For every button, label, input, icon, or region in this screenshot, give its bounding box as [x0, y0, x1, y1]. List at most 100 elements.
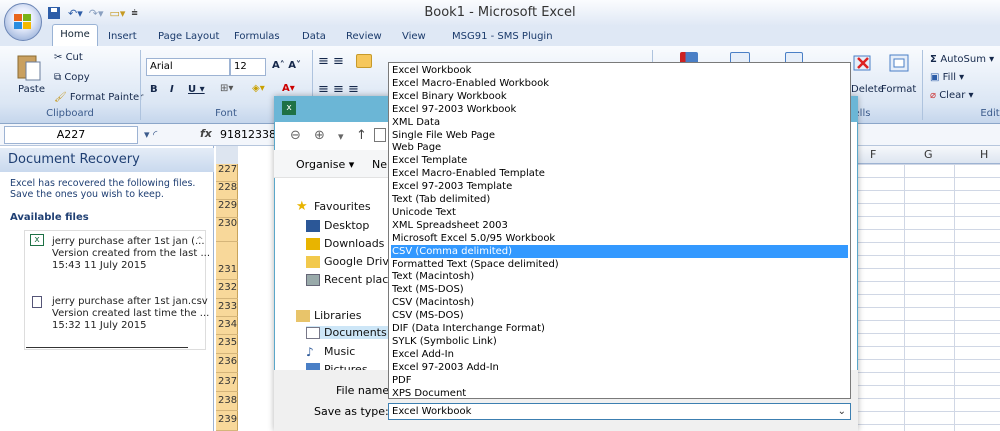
undo-icon[interactable]: ↶▾ [68, 7, 83, 20]
save-as-type-select[interactable]: Excel Workbook ⌄ [388, 403, 851, 420]
file-type-option[interactable]: Formatted Text (Space delimited) [391, 258, 848, 271]
file-type-option[interactable]: Text (Tab delimited) [391, 193, 848, 206]
name-box[interactable]: A227 [4, 126, 138, 144]
fill-color-icon[interactable]: ◈▾ [252, 83, 265, 94]
row-header[interactable]: 238 [216, 392, 238, 411]
paste-icon[interactable] [16, 52, 42, 82]
delete-button[interactable]: Delete [851, 84, 884, 95]
nav-downloads[interactable]: Downloads [306, 237, 384, 250]
cell-grid[interactable] [854, 164, 1000, 431]
file-type-option[interactable]: Excel Binary Workbook [391, 90, 848, 103]
file-menu-chevron-icon[interactable]: ^ [196, 236, 204, 246]
font-name-box[interactable]: Arial [146, 58, 230, 76]
file-type-option[interactable]: CSV (Comma delimited) [391, 244, 848, 258]
new-folder-button[interactable]: Ne [372, 158, 387, 171]
recent-dropdown-icon[interactable]: ▾ [338, 130, 344, 143]
file-type-option[interactable]: XML Data [391, 116, 848, 129]
row-header[interactable]: 232 [216, 280, 238, 299]
organise-button[interactable]: Organise ▾ [296, 158, 354, 171]
file-type-option[interactable]: PDF [391, 374, 848, 387]
row-header[interactable]: 227 [216, 164, 238, 182]
file-type-option[interactable]: Excel Template [391, 154, 848, 167]
file-type-option[interactable]: Excel Add-In [391, 348, 848, 361]
align-top-icon[interactable]: ≡ ≡ [318, 54, 344, 69]
tab-view[interactable]: View [402, 31, 426, 42]
tab-msg91[interactable]: MSG91 - SMS Plugin [452, 31, 553, 42]
fill-button[interactable]: ▣ Fill ▾ [930, 72, 964, 83]
address-bar[interactable] [374, 128, 386, 142]
file-type-option[interactable]: Text (MS-DOS) [391, 283, 848, 296]
row-header[interactable]: 230 [216, 218, 238, 242]
open-icon[interactable]: ▭▾ [110, 7, 126, 20]
file-type-option[interactable]: XML Spreadsheet 2003 [391, 219, 848, 232]
cut-button[interactable]: ✂ Cut [54, 52, 83, 63]
file-type-option[interactable]: Excel 97-2003 Workbook [391, 103, 848, 116]
office-button[interactable] [4, 3, 42, 41]
column-header-g[interactable]: G [924, 148, 933, 161]
up-arrow-icon[interactable]: ↑ [356, 128, 367, 143]
file-type-option[interactable]: CSV (Macintosh) [391, 296, 848, 309]
file-type-option[interactable]: Unicode Text [391, 206, 848, 219]
italic-icon[interactable]: I [170, 84, 174, 95]
file-type-option[interactable]: Single File Web Page [391, 129, 848, 142]
recovered-file-2[interactable]: jerry purchase after 1st jan.csv Version… [52, 296, 209, 332]
tab-home[interactable]: Home [52, 24, 98, 46]
clear-button[interactable]: ⌀ Clear ▾ [930, 90, 974, 101]
column-header-h[interactable]: H [980, 148, 988, 161]
font-size-box[interactable]: 12 [230, 58, 266, 76]
row-header[interactable]: 239 [216, 411, 238, 431]
save-as-type-dropdown-list[interactable]: Excel Workbook Excel Macro-Enabled Workbo… [388, 62, 851, 399]
file-type-option[interactable]: SYLK (Symbolic Link) [391, 335, 848, 348]
forward-arrow-icon[interactable]: ⊕ [314, 128, 325, 143]
nav-documents[interactable]: Documents [306, 326, 388, 339]
tab-review[interactable]: Review [346, 31, 382, 42]
redo-icon[interactable]: ↷▾ [89, 7, 104, 20]
file-type-option[interactable]: DIF (Data Interchange Format) [391, 322, 848, 335]
nav-libraries[interactable]: Libraries [296, 309, 362, 322]
format-button[interactable]: Format [881, 84, 916, 95]
file-type-option[interactable]: Excel Macro-Enabled Template [391, 167, 848, 180]
nav-recent-places[interactable]: Recent places [306, 273, 401, 286]
nav-desktop[interactable]: Desktop [306, 219, 369, 232]
tab-data[interactable]: Data [302, 31, 326, 42]
file-type-option[interactable]: Excel 97-2003 Add-In [391, 361, 848, 374]
row-header[interactable]: 236 [216, 354, 238, 373]
borders-icon[interactable]: ⊞▾ [220, 83, 233, 94]
file-type-option[interactable]: Excel 97-2003 Template [391, 180, 848, 193]
nav-favourites[interactable]: ★ Favourites [296, 200, 371, 214]
row-header[interactable]: 235 [216, 335, 238, 354]
tab-formulas[interactable]: Formulas [234, 31, 280, 42]
delete-cells-icon[interactable] [852, 52, 874, 74]
align-left-icon[interactable]: ≡ ≡ ≡ [318, 82, 359, 97]
file-type-option[interactable]: CSV (MS-DOS) [391, 309, 848, 322]
font-color-icon[interactable]: A▾ [282, 83, 295, 94]
row-header[interactable]: 231 [216, 242, 238, 280]
file-type-option[interactable]: XPS Document [391, 387, 848, 400]
format-cells-icon[interactable] [888, 52, 910, 74]
file-type-option[interactable]: Microsoft Excel 5.0/95 Workbook [391, 232, 848, 245]
name-box-dropdown-icon[interactable]: ▾ ◜ [144, 128, 157, 141]
save-icon[interactable] [46, 5, 62, 21]
align-bottom-icon[interactable] [356, 54, 372, 68]
copy-button[interactable]: ⧉ Copy [54, 72, 90, 83]
select-all-corner[interactable] [216, 146, 238, 164]
nav-google-drive[interactable]: Google Drive [306, 255, 396, 268]
underline-icon[interactable]: U ▾ [188, 84, 205, 95]
row-header[interactable]: 228 [216, 182, 238, 200]
row-header[interactable]: 234 [216, 317, 238, 335]
file-type-option[interactable]: Excel Workbook [391, 64, 848, 77]
bold-icon[interactable]: B [150, 84, 158, 95]
column-header-f[interactable]: F [870, 148, 876, 161]
customize-qat-icon[interactable]: ⩧ [131, 6, 137, 20]
back-arrow-icon[interactable]: ⊖ [290, 128, 301, 143]
format-painter-button[interactable]: 🖌 Format Painter [54, 92, 143, 103]
recovered-file-1[interactable]: jerry purchase after 1st jan (... Versio… [52, 236, 210, 272]
autosum-button[interactable]: Σ AutoSum ▾ [930, 54, 994, 65]
row-header[interactable]: 237 [216, 373, 238, 392]
paste-button[interactable]: Paste [18, 84, 45, 95]
row-header[interactable]: 229 [216, 200, 238, 218]
nav-music[interactable]: ♪ Music [306, 345, 355, 358]
file-type-option[interactable]: Web Page [391, 141, 848, 154]
tab-page-layout[interactable]: Page Layout [158, 31, 219, 42]
grow-font-icon[interactable]: A˄ A˅ [272, 60, 301, 71]
